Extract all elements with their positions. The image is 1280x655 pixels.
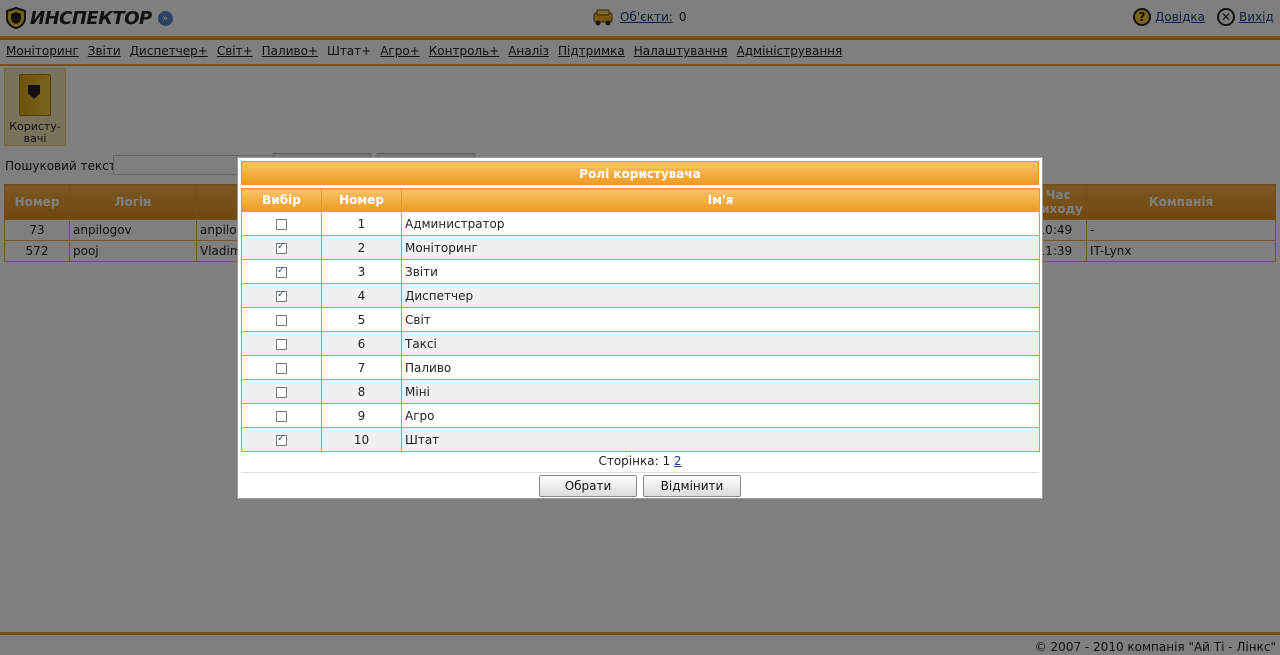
dialog-divider: [241, 472, 1039, 473]
user-roles-dialog: Ролі користувача Вибір Номер Ім'я 1 Адми…: [237, 157, 1043, 499]
table-row[interactable]: 1 Администратор: [241, 211, 1040, 236]
pager: Сторінка: 1 2: [238, 454, 1042, 468]
dialog-title: Ролі користувача: [241, 161, 1039, 185]
cell-name: Администратор: [401, 211, 1040, 236]
select-cell: [241, 307, 322, 332]
cell-number: 2: [321, 235, 402, 260]
cell-number: 8: [321, 379, 402, 404]
cell-number: 7: [321, 355, 402, 380]
table-row[interactable]: 5 Світ: [241, 307, 1040, 332]
role-checkbox[interactable]: [276, 338, 287, 350]
select-cell: [241, 355, 322, 380]
table-row[interactable]: 9 Агро: [241, 403, 1040, 428]
table-row[interactable]: 10 Штат: [241, 427, 1040, 452]
cell-name: Паливо: [401, 355, 1040, 380]
cell-number: 9: [321, 403, 402, 428]
dialog-buttons: Обрати Відмінити: [238, 475, 1042, 497]
cell-name: Штат: [401, 427, 1040, 452]
cell-number: 6: [321, 331, 402, 356]
role-checkbox[interactable]: [276, 362, 287, 374]
cell-number: 1: [321, 211, 402, 236]
cell-name: Диспетчер: [401, 283, 1040, 308]
table-row[interactable]: 4 Диспетчер: [241, 283, 1040, 308]
select-cell: [241, 427, 322, 452]
table-row[interactable]: 7 Паливо: [241, 355, 1040, 380]
cell-name: Моніторинг: [401, 235, 1040, 260]
cell-name: Агро: [401, 403, 1040, 428]
role-checkbox[interactable]: [276, 433, 287, 446]
role-checkbox[interactable]: [276, 314, 287, 326]
roles-table-header: Вибір Номер Ім'я: [241, 188, 1040, 212]
pager-current: 1: [662, 454, 671, 468]
cell-number: 10: [321, 427, 402, 452]
select-button[interactable]: Обрати: [539, 475, 637, 497]
roles-table: Вибір Номер Ім'я 1 Администратор 2 Моніт…: [241, 188, 1040, 452]
role-checkbox[interactable]: [276, 386, 287, 398]
role-checkbox[interactable]: [276, 289, 287, 302]
cell-number: 5: [321, 307, 402, 332]
select-cell: [241, 211, 322, 236]
column-select: Вибір: [241, 188, 322, 212]
cell-name: Світ: [401, 307, 1040, 332]
cell-name: Звіти: [401, 259, 1040, 284]
select-cell: [241, 283, 322, 308]
table-row[interactable]: 2 Моніторинг: [241, 235, 1040, 260]
pager-label: Сторінка:: [598, 454, 659, 468]
select-cell: [241, 379, 322, 404]
cell-name: Таксі: [401, 331, 1040, 356]
cell-number: 4: [321, 283, 402, 308]
select-cell: [241, 259, 322, 284]
select-cell: [241, 403, 322, 428]
table-row[interactable]: 8 Міні: [241, 379, 1040, 404]
cell-name: Міні: [401, 379, 1040, 404]
table-row[interactable]: 6 Таксі: [241, 331, 1040, 356]
role-checkbox[interactable]: [276, 241, 287, 254]
column-number: Номер: [321, 188, 402, 212]
select-cell: [241, 331, 322, 356]
cell-number: 3: [321, 259, 402, 284]
select-cell: [241, 235, 322, 260]
column-name: Ім'я: [401, 188, 1040, 212]
role-checkbox[interactable]: [276, 218, 287, 230]
cancel-button[interactable]: Відмінити: [643, 475, 741, 497]
role-checkbox[interactable]: [276, 410, 287, 422]
role-checkbox[interactable]: [276, 265, 287, 278]
table-row[interactable]: 3 Звіти: [241, 259, 1040, 284]
pager-next-link[interactable]: 2: [674, 454, 682, 468]
